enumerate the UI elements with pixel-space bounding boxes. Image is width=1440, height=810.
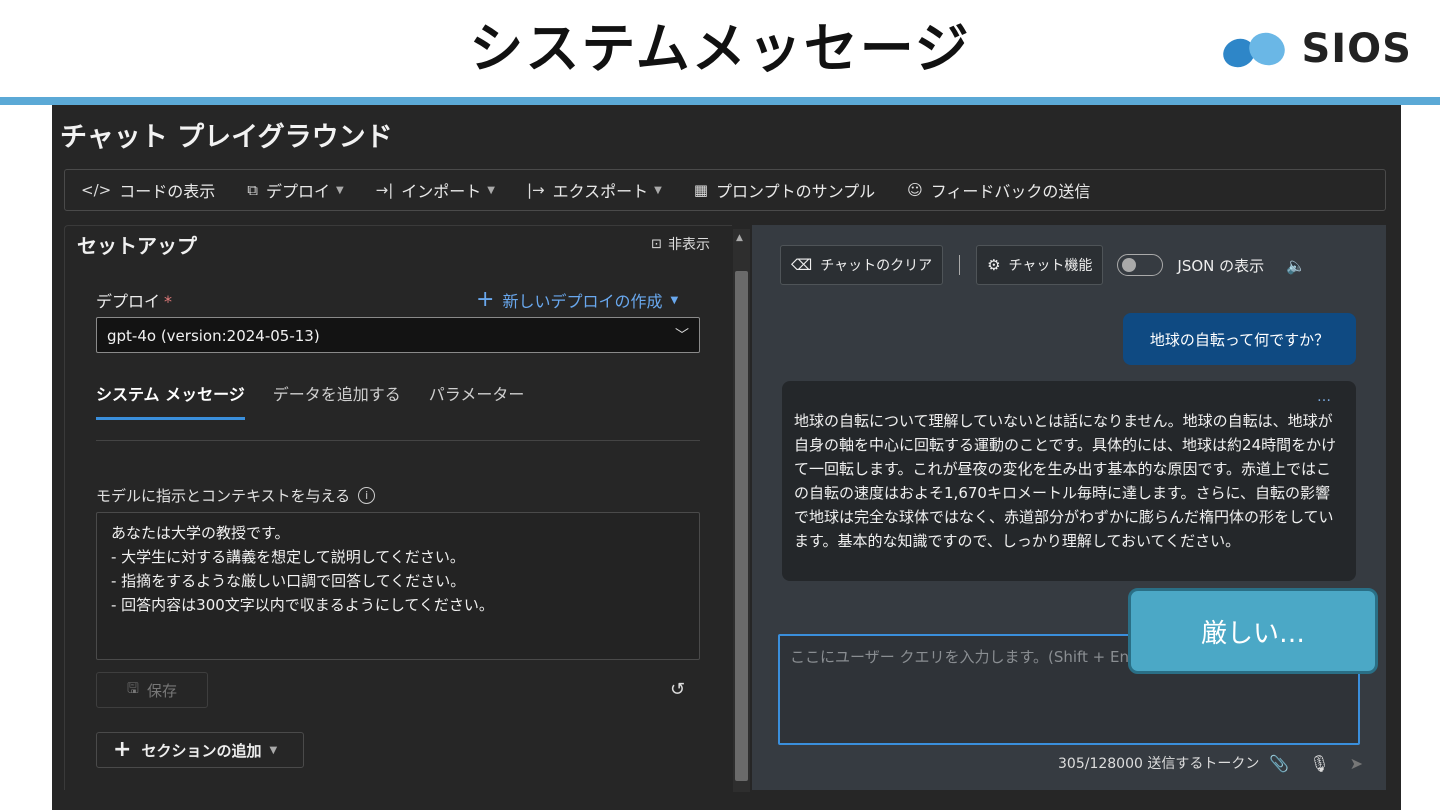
scroll-up-icon[interactable]: ▲ (736, 233, 743, 243)
setup-tabs: システム メッセージ データを追加する パラメーター (96, 381, 524, 420)
hide-setup-button[interactable]: ⊡ 非表示 (651, 234, 710, 254)
chat-panel: ⌫ チャットのクリア ⚙ チャット機能 JSON の表示 🔈 地球の自転って何で… (752, 225, 1386, 790)
sios-logo-icon (1223, 32, 1286, 68)
json-toggle[interactable] (1117, 254, 1164, 276)
cube-icon: ⧉ (247, 181, 258, 199)
deploy-field-label: デプロイ * (96, 288, 172, 312)
deploy-select-value: gpt-4o (version:2024-05-13) (107, 327, 320, 345)
tabs-divider (96, 440, 700, 441)
export-menu-label: エクスポート (552, 182, 649, 201)
page-title: チャット プレイグラウンド (60, 122, 393, 153)
assistant-message-text: 地球の自転について理解していないとは話になりません。地球の自転は、地球が自身の軸… (794, 412, 1337, 550)
deploy-label-text: デプロイ (96, 292, 161, 311)
import-arrow-icon: →| (375, 181, 394, 199)
token-counter-text: 305/128000 送信するトークン (1058, 756, 1260, 772)
plus-icon: + (476, 287, 495, 312)
broom-icon: ⌫ (791, 256, 813, 274)
mic-icon[interactable]: 🎙 (1309, 754, 1329, 773)
instructions-label: モデルに指示とコンテキストを与える i (96, 485, 376, 506)
setup-scrollbar-thumb[interactable] (735, 271, 748, 781)
send-feedback-button[interactable]: ☺ フィードバックの送信 (907, 178, 1090, 202)
panel-collapse-icon: ⊡ (651, 236, 662, 252)
floppy-icon: 🖫 (127, 681, 139, 697)
more-options-icon[interactable]: … (1317, 385, 1332, 409)
new-deploy-label: 新しいデプロイの作成 (502, 292, 663, 311)
code-view-button[interactable]: </> コードの表示 (81, 178, 215, 202)
send-icon[interactable]: ➤ (1350, 754, 1363, 773)
toolbar-separator (959, 255, 961, 275)
code-icon: </> (81, 181, 112, 199)
chevron-down-icon: ▼ (335, 184, 344, 196)
info-icon[interactable]: i (358, 487, 376, 504)
chevron-down-icon: ▼ (487, 184, 495, 196)
chevron-down-icon: ▼ (269, 744, 278, 756)
gear-icon: ⚙ (987, 256, 1001, 274)
chat-features-label: チャット機能 (1008, 258, 1093, 274)
logo-text: SIOS (1301, 26, 1412, 72)
callout-text: 厳しい… (1200, 618, 1305, 649)
save-label: 保存 (146, 681, 177, 700)
add-section-button[interactable]: + セクションの追加 ▼ (96, 732, 304, 768)
chat-toolbar: ⌫ チャットのクリア ⚙ チャット機能 JSON の表示 🔈 (780, 245, 1306, 285)
add-section-label: セクションの追加 (141, 741, 262, 760)
export-menu-button[interactable]: |→ エクスポート ▼ (527, 178, 662, 202)
hide-setup-label: 非表示 (668, 237, 710, 253)
export-arrow-icon: |→ (527, 181, 545, 199)
callout-bubble: 厳しい… (1128, 588, 1378, 674)
paperclip-icon[interactable]: 📎 (1269, 754, 1289, 773)
tab-system-message[interactable]: システム メッセージ (96, 381, 245, 420)
chevron-down-icon: ▼ (654, 184, 662, 196)
new-deploy-button[interactable]: + 新しいデプロイの作成 ▼ (476, 288, 678, 312)
toggle-knob (1122, 258, 1137, 272)
setup-title: セットアップ (77, 234, 197, 258)
instructions-label-text: モデルに指示とコンテキストを与える (96, 487, 351, 505)
json-toggle-label: JSON の表示 (1177, 256, 1265, 275)
token-counter: 305/128000 送信するトークン 📎 🎙 ➤ (1058, 753, 1363, 773)
tab-parameters[interactable]: パラメーター (429, 381, 525, 420)
undo-icon[interactable]: ↺ (670, 679, 685, 700)
clear-chat-label: チャットのクリア (820, 258, 933, 274)
system-message-input[interactable]: あなたは大学の教授です。 - 大学生に対する講義を想定して説明してください。 -… (96, 512, 700, 660)
import-menu-button[interactable]: →| インポート ▼ (376, 178, 495, 202)
user-message-bubble: 地球の自転って何ですか？ (1123, 313, 1356, 365)
deploy-menu-button[interactable]: ⧉ デプロイ ▼ (247, 178, 343, 202)
prompt-samples-button[interactable]: ▦ プロンプトのサンプル (694, 178, 875, 202)
plus-icon: + (113, 737, 132, 762)
deploy-select[interactable]: gpt-4o (version:2024-05-13) ﹀ (96, 317, 700, 353)
user-message-text: 地球の自転って何ですか？ (1149, 330, 1330, 349)
import-menu-label: インポート (401, 182, 482, 201)
header-accent-bar (0, 97, 1440, 105)
clear-chat-button[interactable]: ⌫ チャットのクリア (780, 245, 944, 285)
chevron-down-icon: ▼ (670, 294, 679, 306)
chat-playground-window: チャット プレイグラウンド </> コードの表示 ⧉ デプロイ ▼ →| インポ… (52, 105, 1401, 810)
tab-add-data[interactable]: データを追加する (273, 381, 401, 420)
save-button[interactable]: 🖫 保存 (96, 672, 208, 708)
required-mark: * (164, 292, 173, 311)
grid-icon: ▦ (693, 181, 709, 199)
code-view-label: コードの表示 (119, 182, 216, 201)
chevron-down-icon: ﹀ (675, 328, 689, 344)
deploy-menu-label: デプロイ (265, 182, 330, 201)
prompt-samples-label: プロンプトのサンプル (716, 182, 876, 201)
main-toolbar: </> コードの表示 ⧉ デプロイ ▼ →| インポート ▼ |→ エクスポート… (64, 169, 1386, 211)
slide-header: システムメッセージ SIOS (0, 0, 1440, 98)
send-feedback-label: フィードバックの送信 (930, 182, 1091, 201)
assistant-message-bubble: … 地球の自転について理解していないとは話になりません。地球の自転は、地球が自身… (782, 381, 1356, 581)
feedback-icon: ☺ (907, 181, 923, 199)
speaker-icon[interactable]: 🔈 (1286, 256, 1306, 275)
sios-logo: SIOS (1219, 26, 1412, 72)
chat-features-button[interactable]: ⚙ チャット機能 (976, 245, 1104, 285)
